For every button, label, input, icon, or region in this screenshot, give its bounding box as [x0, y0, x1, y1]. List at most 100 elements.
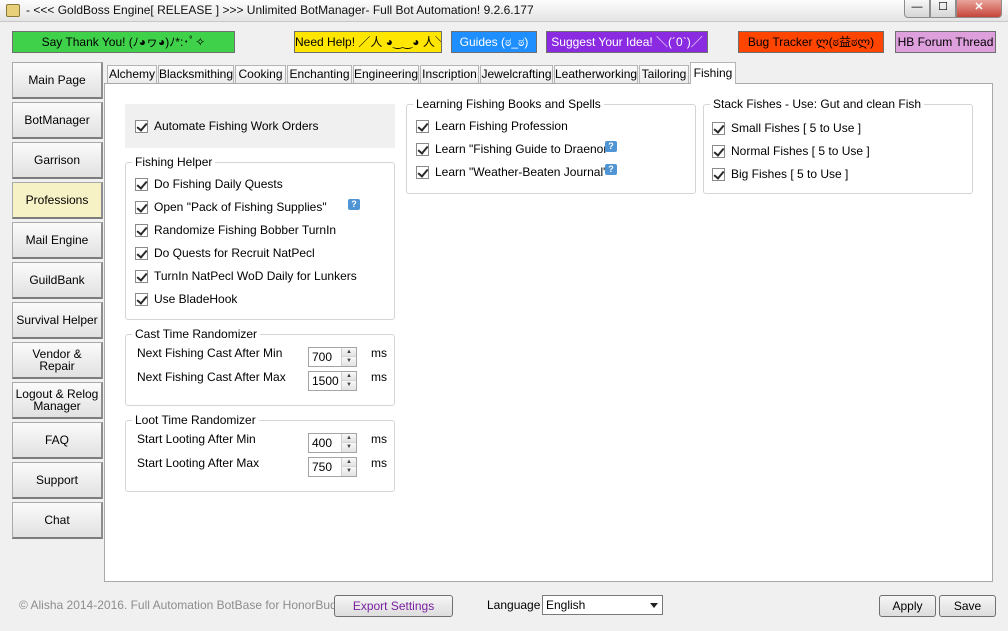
turnin-natpecl-wod-daily-checkbox[interactable]: TurnIn NatPecl WoD Daily for Lunkers — [135, 269, 357, 283]
stepper-value[interactable]: 750 — [312, 460, 332, 474]
checkbox-box[interactable] — [135, 119, 148, 133]
nav-professions[interactable]: Professions — [12, 182, 103, 219]
nav-support[interactable]: Support — [12, 462, 103, 499]
nav-guildbank[interactable]: GuildBank — [12, 262, 103, 299]
minimize-button[interactable]: — — [904, 0, 930, 18]
nav-faq[interactable]: FAQ — [12, 422, 103, 459]
help-icon[interactable]: ? — [348, 199, 360, 210]
tab-engineering[interactable]: Engineering — [353, 65, 419, 83]
group-title: Loot Time Randomizer — [132, 413, 259, 427]
checkbox-box[interactable] — [416, 119, 429, 133]
do-fishing-daily-quests-checkbox[interactable]: Do Fishing Daily Quests — [135, 177, 283, 191]
close-button[interactable]: ✕ — [956, 0, 1002, 18]
randomize-bobber-turnin-checkbox[interactable]: Randomize Fishing Bobber TurnIn — [135, 223, 336, 237]
hb-forum-thread-button[interactable]: HB Forum Thread — [895, 31, 996, 53]
tab-cooking[interactable]: Cooking — [235, 65, 286, 83]
checkbox-label: Use BladeHook — [154, 292, 238, 306]
stepper-up-icon[interactable]: ▲ — [342, 348, 356, 357]
learn-fishing-profession-checkbox[interactable]: Learn Fishing Profession — [416, 119, 568, 133]
group-title: Learning Fishing Books and Spells — [413, 97, 604, 111]
language-value[interactable]: English — [546, 598, 585, 612]
export-settings-button[interactable]: Export Settings — [334, 595, 453, 617]
chevron-down-icon[interactable] — [650, 603, 658, 608]
stepper-down-icon[interactable]: ▼ — [342, 381, 356, 390]
nav-chat[interactable]: Chat — [12, 502, 103, 539]
title-bar[interactable]: - <<< GoldBoss Engine[ RELEASE ] >>> Unl… — [0, 0, 1008, 22]
stepper-value[interactable]: 1500 — [312, 374, 339, 388]
group-title: Cast Time Randomizer — [132, 327, 261, 341]
stepper-value[interactable]: 700 — [312, 350, 332, 364]
unit-label: ms — [371, 456, 387, 470]
group-title: Stack Fishes - Use: Gut and clean Fish — [710, 97, 925, 111]
checkbox-box[interactable] — [712, 167, 725, 181]
help-icon[interactable]: ? — [605, 141, 617, 152]
need-help-button[interactable]: Need Help! ／人 ◕‿‿◕ 人＼ — [294, 31, 442, 53]
checkbox-label: Big Fishes [ 5 to Use ] — [731, 167, 849, 181]
guides-button[interactable]: Guides (ಠ_ಠ) — [451, 31, 537, 53]
tab-enchanting[interactable]: Enchanting — [287, 65, 352, 83]
save-button[interactable]: Save — [939, 595, 996, 617]
say-thank-you-button[interactable]: Say Thank You! (ﾉ◕ヮ◕)ﾉ*:･ﾟ✧ — [12, 31, 235, 53]
tab-fishing[interactable]: Fishing — [690, 62, 736, 84]
bug-tracker-button[interactable]: Bug Tracker ლ(ಠ益ಠლ) — [738, 31, 884, 53]
nav-mail-engine[interactable]: Mail Engine — [12, 222, 103, 259]
learn-fishing-guide-draenor-checkbox[interactable]: Learn "Fishing Guide to Draenor" — [416, 142, 612, 156]
checkbox-label: TurnIn NatPecl WoD Daily for Lunkers — [154, 269, 357, 283]
checkbox-box[interactable] — [416, 165, 429, 179]
checkbox-label: Learn "Fishing Guide to Draenor" — [435, 142, 612, 156]
stepper-value[interactable]: 400 — [312, 436, 332, 450]
nav-logout-relog-manager[interactable]: Logout & Relog Manager — [12, 382, 103, 419]
checkbox-label: Open "Pack of Fishing Supplies" — [154, 200, 327, 214]
checkbox-box[interactable] — [712, 121, 725, 135]
checkbox-label: Do Quests for Recruit NatPecl — [154, 246, 315, 260]
tab-jewelcrafting[interactable]: Jewelcrafting — [480, 65, 553, 83]
small-fishes-checkbox[interactable]: Small Fishes [ 5 to Use ] — [712, 121, 861, 135]
apply-button[interactable]: Apply — [879, 595, 936, 617]
checkbox-box[interactable] — [135, 292, 148, 306]
automate-fishing-work-orders-checkbox[interactable]: Automate Fishing Work Orders — [135, 119, 319, 133]
stepper-up-icon[interactable]: ▲ — [342, 434, 356, 443]
language-select[interactable]: English — [542, 595, 663, 615]
group-title: Fishing Helper — [132, 155, 216, 169]
big-fishes-checkbox[interactable]: Big Fishes [ 5 to Use ] — [712, 167, 848, 181]
checkbox-box[interactable] — [135, 269, 148, 283]
checkbox-box[interactable] — [135, 177, 148, 191]
nav-vendor-repair[interactable]: Vendor & Repair — [12, 342, 103, 379]
checkbox-box[interactable] — [135, 223, 148, 237]
loot-max-stepper[interactable]: 750 ▲ ▼ — [308, 457, 357, 477]
tab-inscription[interactable]: Inscription — [420, 65, 479, 83]
cast-min-stepper[interactable]: 700 ▲ ▼ — [308, 347, 357, 367]
checkbox-box[interactable] — [135, 200, 148, 214]
checkbox-label: Learn "Weather-Beaten Journal" — [435, 165, 608, 179]
loot-min-label: Start Looting After Min — [137, 432, 256, 446]
checkbox-box[interactable] — [135, 246, 148, 260]
checkbox-label: Learn Fishing Profession — [435, 119, 568, 133]
suggest-idea-button[interactable]: Suggest Your Idea! ＼(´0`)／ — [546, 31, 708, 53]
loot-max-label: Start Looting After Max — [137, 456, 260, 470]
stepper-up-icon[interactable]: ▲ — [342, 372, 356, 381]
help-icon[interactable]: ? — [605, 164, 617, 175]
stepper-down-icon[interactable]: ▼ — [342, 357, 356, 366]
loot-min-stepper[interactable]: 400 ▲ ▼ — [308, 433, 357, 453]
checkbox-box[interactable] — [416, 142, 429, 156]
stepper-down-icon[interactable]: ▼ — [342, 443, 356, 452]
nav-main-page[interactable]: Main Page — [12, 62, 103, 99]
use-bladehook-checkbox[interactable]: Use BladeHook — [135, 292, 237, 306]
tab-blacksmithing[interactable]: Blacksmithing — [158, 65, 234, 83]
learn-weather-beaten-journal-checkbox[interactable]: Learn "Weather-Beaten Journal" — [416, 165, 607, 179]
do-quests-recruit-natpecl-checkbox[interactable]: Do Quests for Recruit NatPecl — [135, 246, 315, 260]
stepper-down-icon[interactable]: ▼ — [342, 467, 356, 476]
normal-fishes-checkbox[interactable]: Normal Fishes [ 5 to Use ] — [712, 144, 870, 158]
tab-tailoring[interactable]: Tailoring — [639, 65, 689, 83]
maximize-button[interactable]: ☐ — [930, 0, 956, 18]
tab-alchemy[interactable]: Alchemy — [107, 65, 157, 83]
tab-leatherworking[interactable]: Leatherworking — [554, 65, 638, 83]
cast-max-label: Next Fishing Cast After Max — [137, 370, 286, 384]
nav-survival-helper[interactable]: Survival Helper — [12, 302, 103, 339]
stepper-up-icon[interactable]: ▲ — [342, 458, 356, 467]
nav-botmanager[interactable]: BotManager — [12, 102, 103, 139]
nav-garrison[interactable]: Garrison — [12, 142, 103, 179]
cast-max-stepper[interactable]: 1500 ▲ ▼ — [308, 371, 357, 391]
open-pack-of-fishing-supplies-checkbox[interactable]: Open "Pack of Fishing Supplies" — [135, 200, 327, 214]
checkbox-box[interactable] — [712, 144, 725, 158]
